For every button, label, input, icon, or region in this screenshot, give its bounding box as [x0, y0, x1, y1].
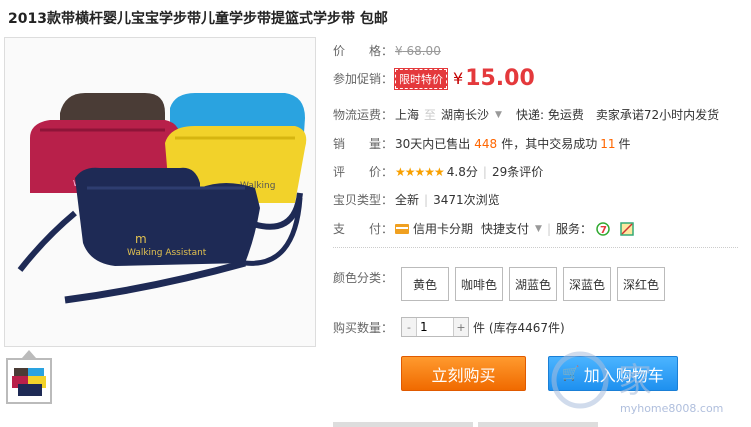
quantity-stepper: - + [401, 317, 469, 337]
rating-label: 评 价： [333, 165, 394, 179]
color-label-row: 颜色分类： [333, 269, 395, 286]
shipping-destination[interactable]: 湖南长沙 [441, 106, 489, 123]
seven-day-return-icon[interactable]: 7 [596, 221, 610, 236]
sales-label: 销 量： [333, 137, 394, 151]
promo-yen-symbol: ¥ [453, 69, 464, 88]
section-divider [333, 247, 738, 248]
sales-row: 销 量： 30天内已售出 448 件，其中交易成功 11 件 [333, 135, 631, 152]
sales-unit: 件 [618, 137, 631, 151]
svg-text:7: 7 [600, 225, 607, 236]
seven-day-return-glyph: 7 [596, 221, 610, 236]
yen-symbol: ¥ [395, 43, 403, 58]
thumbnail-image[interactable] [6, 358, 52, 404]
svg-text:m: m [135, 232, 147, 246]
bottom-bar [478, 422, 598, 427]
sales-mid: 件，其中交易成功 [501, 137, 598, 151]
shipping-separator: 至 [424, 108, 437, 122]
color-label: 颜色分类： [333, 271, 394, 285]
guarantee-glyph [620, 221, 634, 236]
promo-row: 参加促销： 限时特价 ¥ 15.00 [333, 66, 535, 91]
color-option-dark-red[interactable]: 深红色 [617, 267, 665, 301]
original-price: ¥ 68.00 [395, 44, 441, 58]
rating-score: 4.8分 [446, 165, 478, 179]
quantity-label: 购买数量： [333, 320, 394, 335]
add-to-cart-label: 加入购物车 [583, 365, 664, 385]
add-to-cart-button[interactable]: 🛒 加入购物车 [548, 356, 678, 391]
original-price-value: 68.00 [406, 43, 441, 58]
increase-button[interactable]: + [454, 318, 468, 336]
price-label: 价 格： [333, 44, 394, 58]
sales-pre: 30天内已售出 [395, 137, 471, 151]
credit-installment[interactable]: 信用卡分期 [413, 220, 473, 237]
bottom-bar [333, 422, 473, 427]
view-count: 3471次浏览 [433, 193, 500, 207]
promo-tag: 限时特价 [394, 67, 448, 90]
item-condition: 全新 [395, 193, 420, 207]
review-count-link[interactable]: 29条评价 [492, 163, 543, 180]
thumbnail-harness-icon [12, 368, 46, 396]
color-option-lake-blue[interactable]: 湖蓝色 [509, 267, 557, 301]
color-option-dark-blue[interactable]: 深蓝色 [563, 267, 611, 301]
divider: | [482, 164, 487, 179]
shipping-from: 上海 [395, 108, 420, 122]
stock-info: 件 (库存4467件) [473, 320, 565, 335]
quick-pay[interactable]: 快捷支付 [481, 220, 529, 237]
shipping-note: 卖家承诺72小时内发货 [595, 108, 720, 122]
product-image[interactable]: Walking Walking Assistant m Walking Assi… [4, 37, 316, 347]
shipping-express: 快递: 免运费 [515, 108, 584, 122]
guarantee-icon[interactable] [620, 221, 634, 236]
shipping-row: 物流运费： 上海 至 湖南长沙 ▼ 快递: 免运费 卖家承诺72小时内发货 [333, 106, 719, 123]
color-option-yellow[interactable]: 黄色 [401, 267, 449, 301]
buy-now-button[interactable]: 立刻购买 [401, 356, 526, 391]
color-options: 黄色 咖啡色 湖蓝色 深蓝色 深红色 [401, 267, 665, 301]
product-title: 2013款带横杆婴儿宝宝学步带儿童学步带提篮式学步带 包邮 [8, 11, 388, 27]
chevron-down-icon[interactable]: ▼ [495, 110, 502, 120]
sales-success: 11 [600, 136, 616, 151]
star-rating-icon: ★★★★★ [395, 164, 445, 179]
type-label: 宝贝类型： [333, 193, 394, 207]
service-label: 服务： [556, 222, 593, 236]
type-row: 宝贝类型： 全新 | 3471次浏览 [333, 191, 500, 208]
walking-harness-illustration: Walking Walking Assistant m Walking Assi… [17, 93, 307, 304]
credit-card-icon [395, 223, 409, 234]
chevron-down-icon[interactable]: ▼ [535, 224, 542, 234]
color-option-coffee[interactable]: 咖啡色 [455, 267, 503, 301]
quantity-input[interactable] [416, 318, 454, 336]
cart-icon: 🛒 [562, 365, 580, 382]
watermark-url: myhome8008.com [620, 402, 723, 415]
divider: | [424, 192, 429, 207]
payment-row: 支 付： 信用卡分期 快捷支付 ▼ | 服务： 7 [333, 220, 634, 237]
price-row: 价 格： ¥ 68.00 [333, 42, 441, 59]
promo-price: 15.00 [465, 66, 535, 91]
shipping-label: 物流运费： [333, 108, 394, 122]
rating-row: 评 价： ★★★★★ 4.8分 | 29条评价 [333, 163, 543, 180]
payment-label: 支 付： [333, 222, 394, 236]
promo-label: 参加促销： [333, 72, 394, 86]
decrease-button[interactable]: - [402, 318, 416, 336]
thumbnail-pointer [22, 350, 36, 358]
sales-count: 448 [474, 136, 498, 151]
svg-text:Walking Assistant: Walking Assistant [127, 248, 207, 258]
divider: | [546, 221, 551, 236]
quantity-row: 购买数量： - + 件 (库存4467件) [333, 317, 565, 337]
